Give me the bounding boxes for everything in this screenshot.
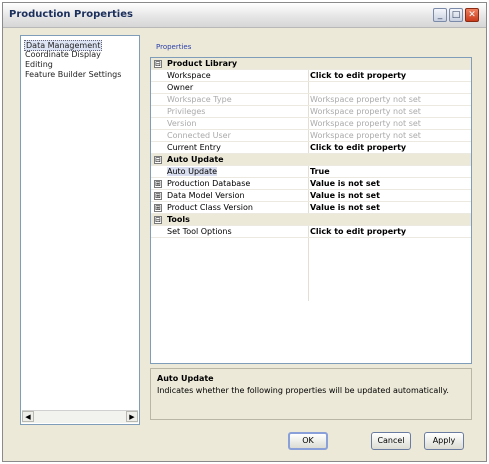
cancel-button[interactable]: Cancel [371, 432, 411, 450]
apply-button[interactable]: Apply [424, 432, 464, 450]
expand-icon[interactable]: ⊞ [154, 180, 162, 188]
property-value[interactable]: Value is not set [310, 179, 380, 188]
property-value: Workspace property not set [310, 107, 421, 116]
property-row-auto-update[interactable]: Auto Update True [151, 166, 471, 178]
property-row-workspace[interactable]: Workspace Click to edit property [151, 70, 471, 82]
property-name: Owner [167, 83, 194, 92]
category-label: Tools [167, 215, 190, 224]
property-name: Current Entry [167, 143, 221, 152]
description-title: Auto Update [157, 374, 214, 383]
property-row-product-class-version[interactable]: ⊞ Product Class Version Value is not set [151, 202, 471, 214]
category-product-library[interactable]: ⊟ Product Library [151, 58, 471, 70]
minimize-button[interactable]: _ [433, 8, 447, 22]
settings-tree[interactable]: Data Management Coordinate Display Editi… [20, 35, 140, 425]
property-row-data-model-version[interactable]: ⊞ Data Model Version Value is not set [151, 190, 471, 202]
property-name: Product Class Version [167, 203, 253, 212]
description-panel: Auto Update Indicates whether the follow… [150, 368, 472, 420]
property-value[interactable]: Click to edit property [310, 227, 406, 236]
tree-item-feature-builder-settings[interactable]: Feature Builder Settings [25, 70, 121, 79]
ok-button[interactable]: OK [288, 432, 328, 450]
tree-item-coordinate-display[interactable]: Coordinate Display [25, 50, 101, 59]
property-row-privileges: Privileges Workspace property not set [151, 106, 471, 118]
collapse-icon[interactable]: ⊟ [154, 60, 162, 68]
property-name: Version [167, 119, 197, 128]
property-name: Connected User [167, 131, 231, 140]
maximize-button[interactable]: □ [449, 8, 463, 22]
property-name: Production Database [167, 179, 251, 188]
property-row-owner[interactable]: Owner [151, 82, 471, 94]
property-name: Auto Update [167, 167, 218, 176]
property-value[interactable]: Click to edit property [310, 143, 406, 152]
description-text: Indicates whether the following properti… [157, 386, 449, 395]
property-row-workspace-type: Workspace Type Workspace property not se… [151, 94, 471, 106]
property-row-current-entry[interactable]: Current Entry Click to edit property [151, 142, 471, 154]
category-auto-update[interactable]: ⊟ Auto Update [151, 154, 471, 166]
expand-icon[interactable]: ⊞ [154, 204, 162, 212]
window-title: Production Properties [9, 9, 133, 20]
expand-icon[interactable]: ⊞ [154, 192, 162, 200]
collapse-icon[interactable]: ⊟ [154, 216, 162, 224]
close-button[interactable]: ✕ [465, 8, 479, 22]
property-value[interactable]: Value is not set [310, 203, 380, 212]
property-row-set-tool-options[interactable]: Set Tool Options Click to edit property [151, 226, 471, 238]
collapse-icon[interactable]: ⊟ [154, 156, 162, 164]
category-label: Auto Update [167, 155, 224, 164]
property-value[interactable]: Value is not set [310, 191, 380, 200]
property-name: Workspace [167, 71, 211, 80]
property-name: Workspace Type [167, 95, 232, 104]
scroll-left-icon[interactable]: ◀ [22, 411, 34, 422]
property-value[interactable]: Click to edit property [310, 71, 406, 80]
property-grid: ⊟ Product Library Workspace Click to edi… [150, 57, 472, 364]
property-name: Set Tool Options [167, 227, 232, 236]
scroll-right-icon[interactable]: ▶ [126, 411, 138, 422]
property-row-version: Version Workspace property not set [151, 118, 471, 130]
property-row-connected-user: Connected User Workspace property not se… [151, 130, 471, 142]
category-label: Product Library [167, 59, 238, 68]
property-value: Workspace property not set [310, 131, 421, 140]
properties-link[interactable]: Properties [156, 43, 191, 51]
property-name: Data Model Version [167, 191, 245, 200]
property-name: Privileges [167, 107, 206, 116]
category-tools[interactable]: ⊟ Tools [151, 214, 471, 226]
tree-horizontal-scrollbar[interactable]: ◀ ▶ [22, 410, 138, 423]
property-value: Workspace property not set [310, 119, 421, 128]
property-row-production-database[interactable]: ⊞ Production Database Value is not set [151, 178, 471, 190]
tree-item-editing[interactable]: Editing [25, 60, 53, 69]
property-value: Workspace property not set [310, 95, 421, 104]
title-bar: Production Properties _ □ ✕ [3, 3, 486, 28]
property-value[interactable]: True [310, 167, 330, 176]
